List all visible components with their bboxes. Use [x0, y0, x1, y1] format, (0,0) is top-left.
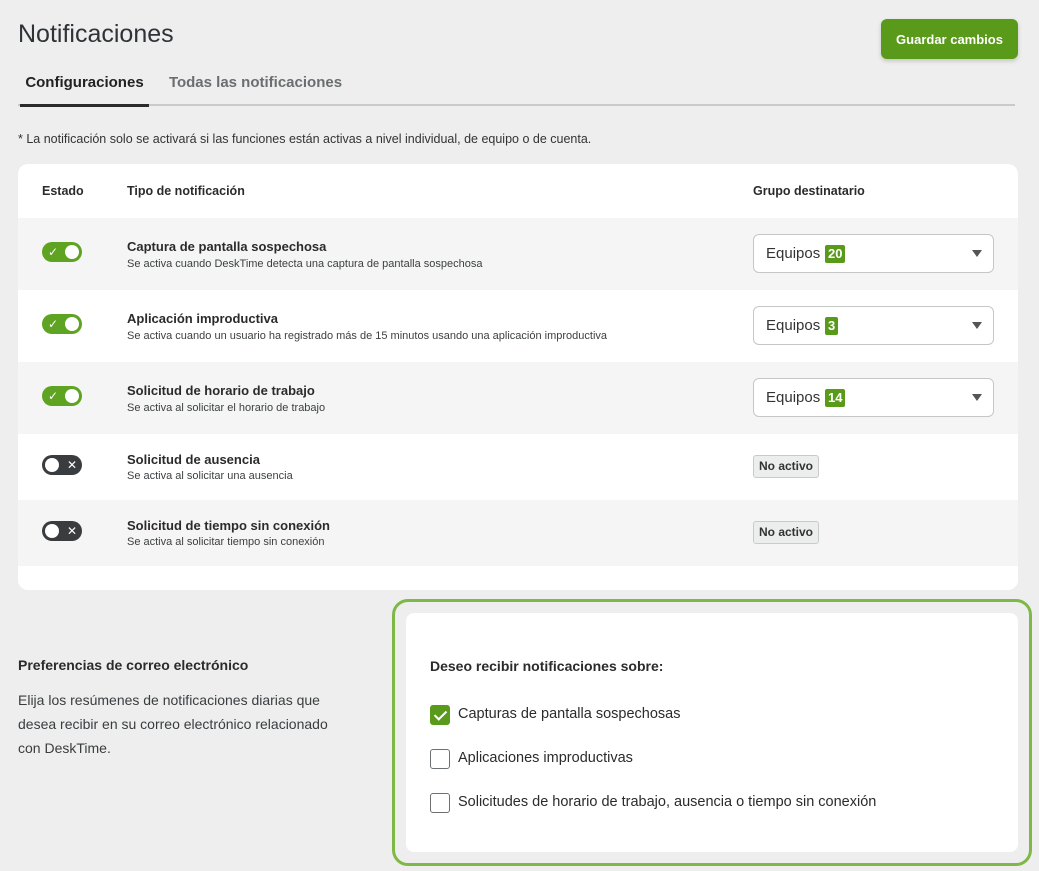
save-changes-button[interactable]: Guardar cambios: [881, 19, 1018, 59]
notification-desc: Se activa al solicitar una ausencia: [127, 470, 293, 482]
caret-down-icon: [972, 322, 982, 329]
email-preferences-title: Preferencias de correo electrónico: [18, 657, 249, 673]
group-select[interactable]: Equipos 14: [753, 378, 994, 417]
caret-down-icon: [972, 250, 982, 257]
table-row: ✕ Solicitud de ausencia Se activa al sol…: [18, 434, 1018, 500]
checkbox[interactable]: [430, 793, 450, 813]
status-toggle[interactable]: ✕: [42, 521, 82, 541]
status-toggle[interactable]: ✓: [42, 314, 82, 334]
group-select[interactable]: Equipos 20: [753, 234, 994, 273]
checkbox[interactable]: [430, 705, 450, 725]
email-preferences-card: Deseo recibir notificaciones sobre: Capt…: [406, 613, 1018, 852]
caret-down-icon: [972, 394, 982, 401]
notification-title: Solicitud de horario de trabajo: [127, 383, 315, 398]
notification-title: Solicitud de tiempo sin conexión: [127, 518, 330, 533]
status-toggle[interactable]: ✕: [42, 455, 82, 475]
check-icon: ✓: [48, 245, 59, 259]
status-badge: No activo: [753, 521, 819, 544]
notification-title: Aplicación improductiva: [127, 311, 278, 326]
toggle-knob: [45, 524, 59, 538]
checkbox-label: Aplicaciones improductivas: [458, 750, 633, 766]
table-row: ✓ Captura de pantalla sospechosa Se acti…: [18, 218, 1018, 290]
team-count-badge: 14: [825, 389, 846, 407]
status-toggle[interactable]: ✓: [42, 386, 82, 406]
status-badge: No activo: [753, 455, 819, 478]
group-select[interactable]: Equipos 3: [753, 306, 994, 345]
checkbox[interactable]: [430, 749, 450, 769]
status-toggle[interactable]: ✓: [42, 242, 82, 262]
email-options-heading: Deseo recibir notificaciones sobre:: [430, 658, 664, 674]
toggle-knob: [45, 458, 59, 472]
toggle-knob: [65, 389, 79, 403]
x-icon: ✕: [66, 524, 77, 538]
notification-desc: Se activa al solicitar tiempo sin conexi…: [127, 536, 325, 548]
notifications-table: Estado Tipo de notificación Grupo destin…: [18, 164, 1018, 590]
team-count-badge: 3: [825, 317, 839, 335]
check-icon: ✓: [48, 389, 59, 403]
group-select-label: Equipos: [766, 389, 821, 406]
email-preferences-desc: Elija los resúmenes de notificaciones di…: [18, 692, 328, 756]
team-count-badge: 20: [825, 245, 846, 263]
notification-desc: Se activa al solicitar el horario de tra…: [127, 402, 326, 414]
x-icon: ✕: [66, 458, 77, 472]
notification-title: Solicitud de ausencia: [127, 452, 260, 467]
toggle-knob: [65, 245, 79, 259]
notification-desc: Se activa cuando DeskTime detecta una ca…: [127, 258, 483, 270]
tab-bar: Configuraciones Todas las notificaciones: [18, 66, 1015, 107]
tab-todas-las-notificaciones[interactable]: Todas las notificaciones: [168, 66, 343, 106]
table-row: ✓ Solicitud de horario de trabajo Se act…: [18, 362, 1018, 434]
header-group: Grupo destinatario: [753, 184, 865, 198]
checkbox-label: Capturas de pantalla sospechosas: [458, 706, 681, 722]
table-row: ✓ Aplicación improductiva Se activa cuan…: [18, 290, 1018, 362]
group-select-label: Equipos: [766, 317, 821, 334]
group-select-label: Equipos: [766, 245, 821, 262]
notification-desc: Se activa cuando un usuario ha registrad…: [127, 330, 608, 342]
check-icon: ✓: [48, 317, 59, 331]
header-status: Estado: [42, 184, 84, 198]
toggle-knob: [65, 317, 79, 331]
checkbox-label: Solicitudes de horario de trabajo, ausen…: [458, 794, 877, 810]
page-title: Notificaciones: [18, 20, 174, 48]
activation-note: * La notificación solo se activará si la…: [18, 132, 592, 146]
tab-configuraciones[interactable]: Configuraciones: [20, 66, 149, 107]
table-row: ✕ Solicitud de tiempo sin conexión Se ac…: [18, 500, 1018, 566]
table-header: Estado Tipo de notificación Grupo destin…: [18, 164, 1018, 218]
header-type: Tipo de notificación: [127, 184, 245, 198]
notification-title: Captura de pantalla sospechosa: [127, 239, 327, 254]
